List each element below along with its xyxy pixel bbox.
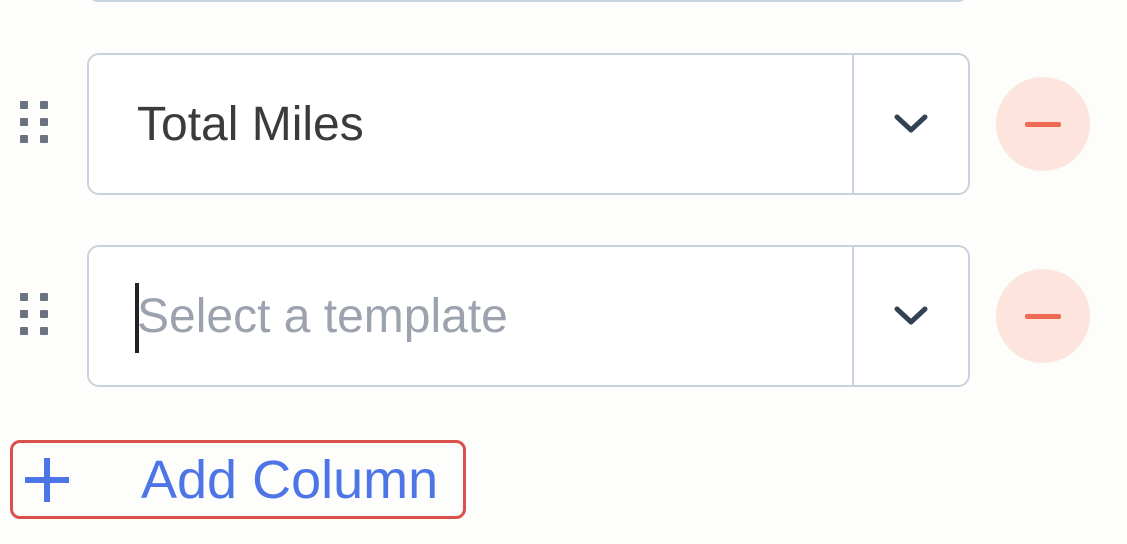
template-search-input[interactable]: Select a template xyxy=(89,247,852,385)
remove-column-button[interactable] xyxy=(996,269,1090,363)
column-template-select[interactable]: Total Miles xyxy=(87,53,970,195)
add-column-button[interactable]: Add Column xyxy=(10,440,466,519)
minus-icon xyxy=(1025,313,1061,319)
chevron-down-icon xyxy=(894,306,928,325)
text-caret xyxy=(135,283,139,353)
dropdown-toggle[interactable] xyxy=(852,247,968,385)
add-column-label: Add Column xyxy=(141,449,439,510)
minus-icon xyxy=(1025,121,1061,127)
column-template-select[interactable]: Select a template xyxy=(87,245,970,387)
column-row: Total Miles xyxy=(0,53,1127,195)
column-row: Select a template xyxy=(0,245,1127,387)
dropdown-toggle[interactable] xyxy=(852,55,968,193)
drag-handle-icon[interactable] xyxy=(20,101,52,147)
selected-template-value[interactable]: Total Miles xyxy=(89,55,852,193)
drag-handle-icon[interactable] xyxy=(20,293,52,339)
previous-column-select[interactable] xyxy=(88,0,968,2)
remove-column-button[interactable] xyxy=(996,77,1090,171)
plus-icon xyxy=(25,457,69,502)
chevron-down-icon xyxy=(894,114,928,133)
